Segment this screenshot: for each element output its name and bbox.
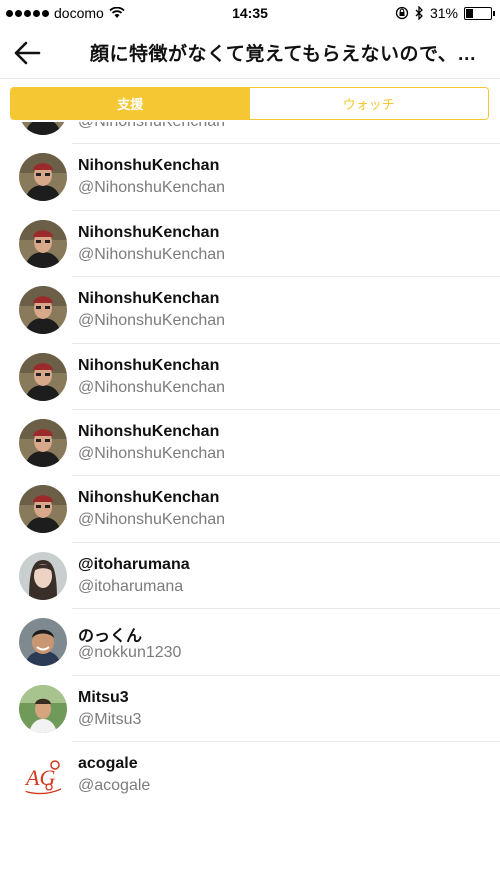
user-display-name: NihonshuKenchan [78,223,220,241]
status-icons: 31% [395,5,495,21]
battery-icon [464,6,495,20]
avatar [19,618,67,667]
user-display-name: acogale [78,754,138,772]
bluetooth-icon [415,6,423,20]
avatar [19,352,67,401]
back-button[interactable] [12,38,46,68]
user-display-name: Mitsu3 [78,688,129,706]
user-display-name: NihonshuKenchan [78,356,220,374]
user-list-item[interactable]: NihonshuKenchan @NihonshuKenchan [0,277,500,344]
user-handle: @nokkun1230 [78,644,182,662]
page-title: 顔に特徴がなくて覚えてもらえないので、… [90,44,477,65]
user-list-item[interactable]: NihonshuKenchan @NihonshuKenchan [0,476,500,544]
user-list-item[interactable]: @itoharumana @itoharumana [0,543,500,610]
user-list-item[interactable]: NihonshuKenchan @NihonshuKenchan [0,144,500,212]
user-list-item[interactable]: NihonshuKenchan@NihonshuKenchan [0,122,500,145]
user-display-name: NihonshuKenchan [78,489,220,507]
segmented-control: 支援 ウォッチ [10,87,489,120]
avatar [19,286,67,335]
avatar [19,684,67,733]
user-list-item[interactable]: NihonshuKenchan @NihonshuKenchan [0,410,500,477]
user-handle: @Mitsu3 [78,710,142,728]
avatar [19,418,67,467]
tab-support[interactable]: 支援 [11,88,250,119]
user-display-name: NihonshuKenchan [78,157,220,175]
battery-percent: 31% [429,5,458,21]
orientation-lock-icon [395,6,409,20]
status-bar: docomo 14:35 31% [0,0,500,26]
avatar [19,485,67,534]
user-handle: @itoharumana [78,577,184,595]
user-handle: @NihonshuKenchan [78,122,225,131]
user-display-name: NihonshuKenchan [78,422,220,440]
svg-text:AG: AG [24,765,55,790]
user-display-name: のっくん [78,628,143,646]
user-display-name: NihonshuKenchan [78,290,220,308]
avatar [19,551,67,600]
user-handle: @NihonshuKenchan [78,378,226,396]
user-handle: @acogale [78,776,151,794]
user-list-item[interactable]: NihonshuKenchan @NihonshuKenchan [0,344,500,411]
user-handle: @NihonshuKenchan [78,245,226,263]
user-list-item[interactable]: のっくん @nokkun1230 [0,609,500,676]
user-list: NihonshuKenchan @NihonshuKenchan NihonshuK… [0,122,500,889]
user-handle: @NihonshuKenchan [78,444,226,462]
back-arrow-icon [14,41,41,65]
navigation-bar: 顔に特徴がなくて覚えてもらえないので、… [0,26,500,79]
tab-watch[interactable]: ウォッチ [249,88,488,119]
avatar [19,153,67,202]
user-list-item[interactable]: AG acogale @acogale [0,742,500,808]
avatar [19,122,67,135]
user-list-item[interactable]: Mitsu3 @Mitsu3 [0,676,500,743]
user-display-name: @itoharumana [78,555,190,573]
avatar: AG [19,750,67,799]
user-handle: @NihonshuKenchan [78,511,226,529]
user-handle: @NihonshuKenchan [78,312,226,330]
avatar [19,219,67,268]
user-list-item[interactable]: NihonshuKenchan @NihonshuKenchan [0,211,500,278]
user-handle: @NihonshuKenchan [78,179,226,197]
